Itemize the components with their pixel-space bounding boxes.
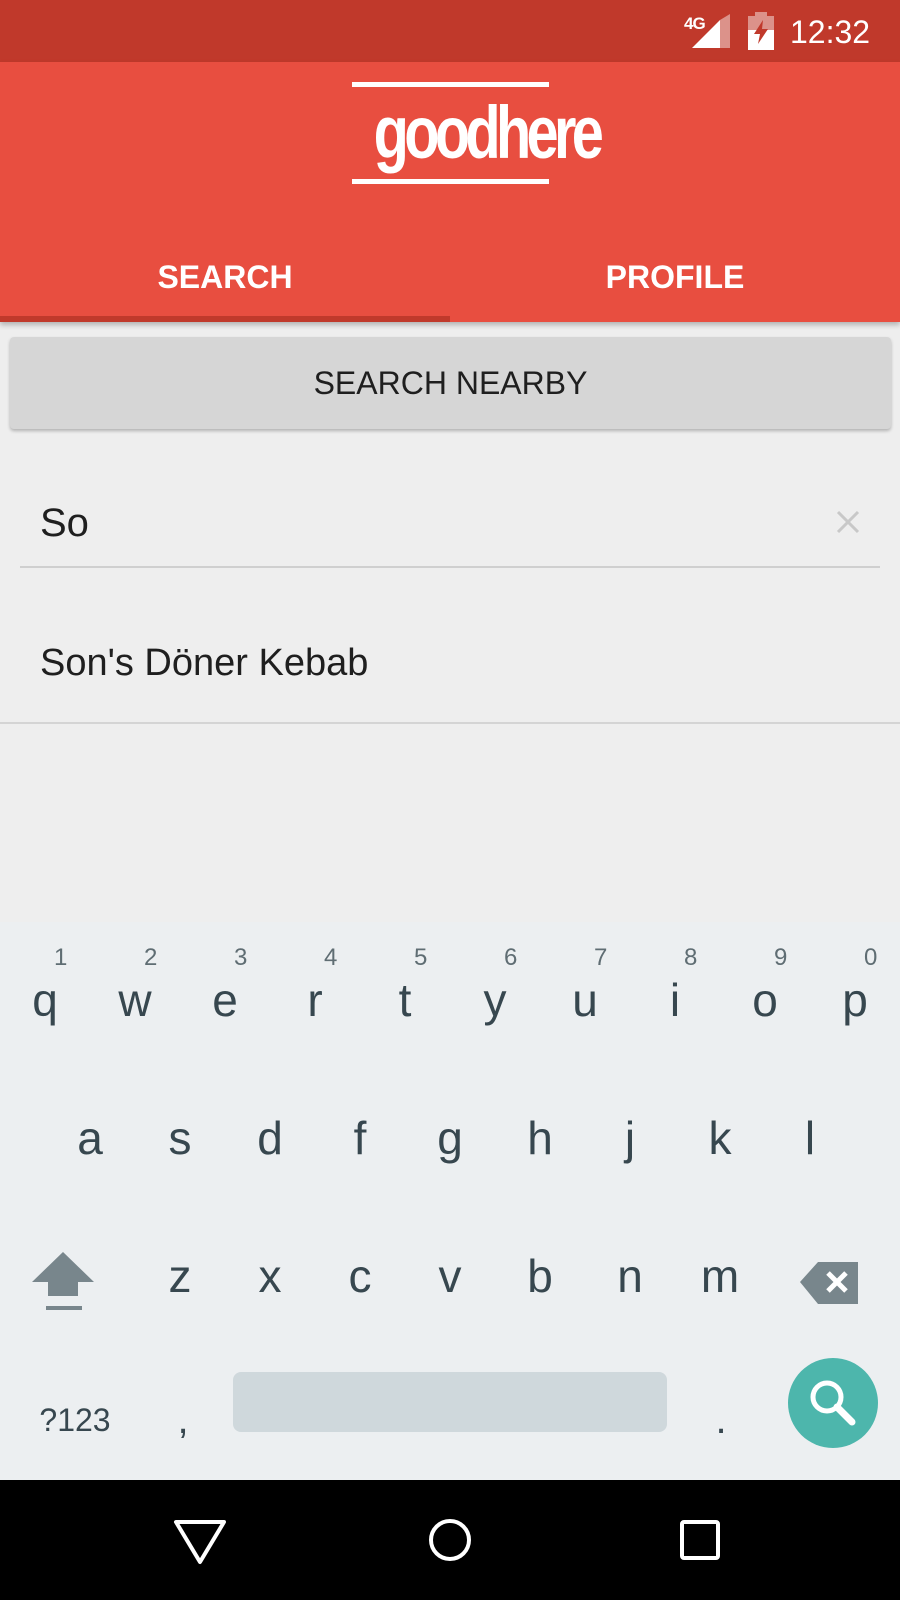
key-char-k: k [708,1112,732,1164]
backspace-key[interactable] [796,1232,882,1352]
key-u[interactable]: 7u [542,930,628,1050]
tab-selected-indicator [0,316,450,322]
recents-icon[interactable] [660,1500,740,1580]
key-l[interactable]: l [767,1068,853,1188]
key-char-g: g [437,1112,463,1164]
search-action-key[interactable] [788,1358,878,1448]
symbols-key[interactable]: ?123 [20,1370,130,1470]
key-e[interactable]: 3e [182,930,268,1050]
key-char-v: v [438,1250,462,1302]
key-hint-r: 4 [324,944,338,971]
app-logo: goodhere [352,82,604,184]
soft-keyboard: 1q2w3e4r5t6y7u8i9o0p asdfghjkl zxcvbnm ?… [0,922,900,1480]
tab-profile[interactable]: PROFILE [450,232,900,322]
key-hint-i: 8 [684,944,698,971]
key-char-m: m [700,1250,740,1302]
back-icon[interactable] [160,1500,240,1580]
shift-key[interactable] [20,1232,106,1352]
key-m[interactable]: m [677,1206,763,1326]
status-bar: 4G 12:32 [0,0,900,62]
status-time: 12:32 [790,14,871,50]
key-char-b: b [527,1250,553,1302]
key-char-o: o [752,974,778,1026]
key-char-p: p [842,974,868,1026]
navigation-bar [0,1480,900,1600]
key-y[interactable]: 6y [452,930,538,1050]
shift-icon [32,1252,94,1310]
key-s[interactable]: s [137,1068,223,1188]
key-p[interactable]: 0p [812,930,898,1050]
key-char-z: z [168,1250,192,1302]
key-char-f: f [353,1112,367,1164]
app-header: goodhere SEARCH PROFILE [0,62,900,322]
key-hint-e: 3 [234,944,248,971]
key-char-x: x [258,1250,282,1302]
key-hint-o: 9 [774,944,788,971]
key-r[interactable]: 4r [272,930,358,1050]
key-q[interactable]: 1q [2,930,88,1050]
key-a[interactable]: a [47,1068,133,1188]
home-icon[interactable] [410,1500,490,1580]
key-o[interactable]: 9o [722,930,808,1050]
key-hint-y: 6 [504,944,518,971]
signal-icon: 4G [684,14,730,50]
battery-charging-icon [748,12,774,50]
key-char-u: u [572,974,598,1026]
key-char-i: i [669,974,681,1026]
key-f[interactable]: f [317,1068,403,1188]
key-z[interactable]: z [137,1206,223,1326]
search-nearby-button[interactable]: SEARCH NEARBY [10,337,891,429]
key-char-w: w [118,974,152,1026]
suggestion-label: Son's Döner Kebab [40,642,369,684]
phone-screen: 4G 12:32 goodhere SEARCH PROFILE SEARCH … [0,0,900,1600]
logo-text: goodhere [373,91,604,174]
key-char-q: q [32,974,58,1026]
key-i[interactable]: 8i [632,930,718,1050]
key-x[interactable]: x [227,1206,313,1326]
key-c[interactable]: c [317,1206,403,1326]
key-char-j: j [624,1112,636,1164]
search-input[interactable] [40,480,800,566]
key-hint-t: 5 [414,944,428,971]
key-hint-q: 1 [54,944,68,971]
key-t[interactable]: 5t [362,930,448,1050]
period-key[interactable]: . [686,1370,756,1470]
key-d[interactable]: d [227,1068,313,1188]
key-char-h: h [527,1112,553,1164]
key-j[interactable]: j [587,1068,673,1188]
tab-search[interactable]: SEARCH [0,232,450,322]
key-char-y: y [483,974,507,1026]
key-char-s: s [168,1112,192,1164]
key-g[interactable]: g [407,1068,493,1188]
key-h[interactable]: h [497,1068,583,1188]
key-hint-w: 2 [144,944,158,971]
key-char-e: e [212,974,238,1026]
logo-bottom-bar [352,179,549,184]
search-icon [810,1380,856,1426]
key-char-t: t [398,974,412,1026]
backspace-icon [800,1262,858,1304]
key-n[interactable]: n [587,1206,673,1326]
comma-key[interactable]: , [148,1370,218,1470]
close-icon[interactable] [828,502,868,542]
key-char-d: d [257,1112,283,1164]
key-w[interactable]: 2w [92,930,178,1050]
key-char-r: r [307,974,323,1026]
space-key[interactable] [233,1372,667,1432]
search-field [20,480,880,568]
key-v[interactable]: v [407,1206,493,1326]
suggestion-list-item[interactable]: Son's Döner Kebab [0,612,900,724]
key-char-l: l [804,1112,816,1164]
key-hint-p: 0 [864,944,878,971]
key-b[interactable]: b [497,1206,583,1326]
key-hint-u: 7 [594,944,608,971]
key-k[interactable]: k [677,1068,763,1188]
key-char-n: n [617,1250,643,1302]
key-char-a: a [77,1112,103,1164]
key-char-c: c [348,1250,372,1302]
